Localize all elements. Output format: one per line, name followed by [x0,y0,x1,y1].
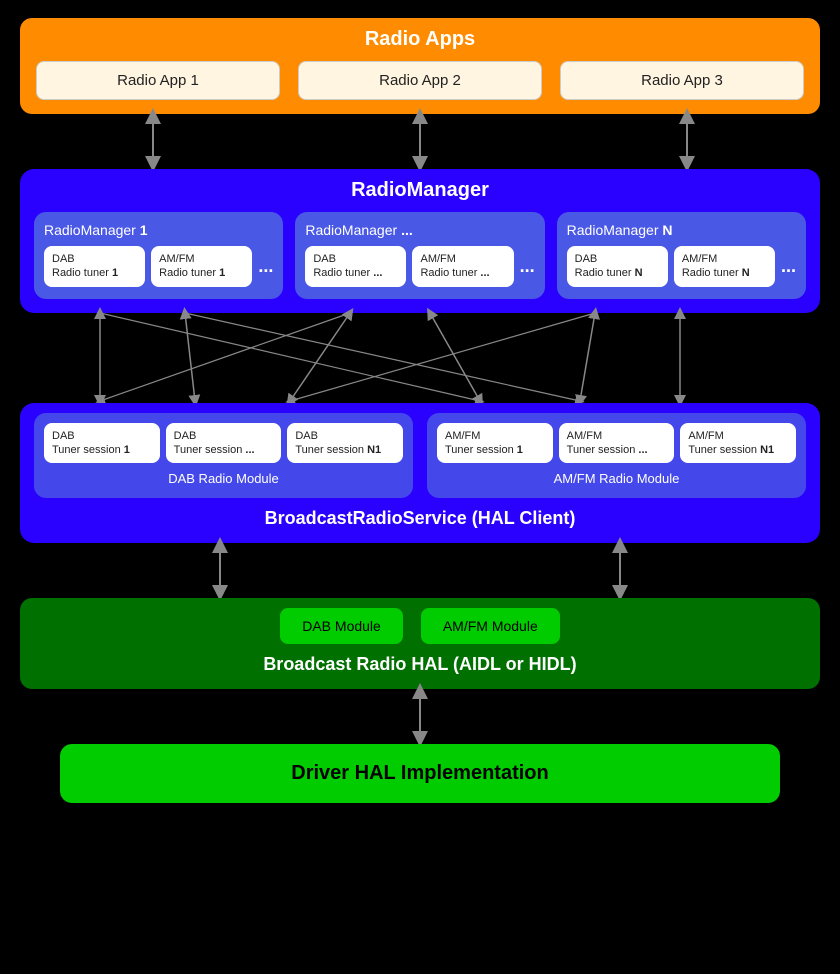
arrows-brs-to-hal [20,543,820,598]
rm-mid-dab-tuner: DABRadio tuner ... [305,246,406,287]
rm-mid-title: RadioManager ... [305,222,534,238]
hal-dab-module: DAB Module [280,608,403,644]
amfm-sessions-row: AM/FMTuner session 1 AM/FMTuner session … [437,423,796,464]
broadcast-radio-hal-section: DAB Module AM/FM Module Broadcast Radio … [20,598,820,689]
radio-app-2: Radio App 2 [298,61,542,100]
rm-1-ellipsis: ... [258,256,273,277]
amfm-radio-module: AM/FMTuner session 1 AM/FMTuner session … [427,413,806,499]
brs-title: BroadcastRadioService (HAL Client) [265,508,576,529]
rm-1-title: RadioManager 1 [44,222,273,238]
radio-apps-section: Radio Apps Radio App 1 Radio App 2 Radio… [20,18,820,114]
amfm-session-n1: AM/FMTuner session N1 [680,423,796,464]
rm-n-amfm-tuner: AM/FMRadio tuner N [674,246,775,287]
radio-apps-row: Radio App 1 Radio App 2 Radio App 3 [36,61,804,100]
amfm-session-1: AM/FMTuner session 1 [437,423,553,464]
rm-box-n: RadioManager N DABRadio tuner N AM/FMRad… [557,212,806,299]
hal-title: Broadcast Radio HAL (AIDL or HIDL) [263,654,576,675]
amfm-module-label: AM/FM Radio Module [437,471,796,486]
dab-radio-module: DABTuner session 1 DABTuner session ... … [34,413,413,499]
dab-session-mid: DABTuner session ... [166,423,282,464]
radio-app-3: Radio App 3 [560,61,804,100]
rm-box-mid: RadioManager ... DABRadio tuner ... AM/F… [295,212,544,299]
radio-manager-section: RadioManager RadioManager 1 DABRadio tun… [20,169,820,313]
arrows-rm-to-brs [20,313,820,403]
rm-mid-tuners: DABRadio tuner ... AM/FMRadio tuner ... … [305,246,534,287]
amfm-session-mid: AM/FMTuner session ... [559,423,675,464]
rm-box-1: RadioManager 1 DABRadio tuner 1 AM/FMRad… [34,212,283,299]
rm-n-dab-tuner: DABRadio tuner N [567,246,668,287]
driver-hal-title: Driver HAL Implementation [76,762,764,785]
hal-modules-row: DAB Module AM/FM Module [280,608,560,644]
rm-mid-ellipsis: ... [520,256,535,277]
rm-n-title: RadioManager N [567,222,796,238]
dab-session-n1: DABTuner session N1 [287,423,403,464]
arrows-hal-to-driver [20,689,820,744]
radio-manager-title: RadioManager [351,179,489,202]
driver-hal-section: Driver HAL Implementation [60,744,780,803]
dab-session-1: DABTuner session 1 [44,423,160,464]
rm-mid-amfm-tuner: AM/FMRadio tuner ... [412,246,513,287]
radio-apps-title: Radio Apps [365,28,475,51]
dab-sessions-row: DABTuner session 1 DABTuner session ... … [44,423,403,464]
radio-app-1: Radio App 1 [36,61,280,100]
brs-modules-row: DABTuner session 1 DABTuner session ... … [34,413,806,499]
arrows-apps-to-rm [20,114,820,169]
rm-n-tuners: DABRadio tuner N AM/FMRadio tuner N ... [567,246,796,287]
radio-manager-row: RadioManager 1 DABRadio tuner 1 AM/FMRad… [34,212,806,299]
rm-1-amfm-tuner: AM/FMRadio tuner 1 [151,246,252,287]
rm-n-ellipsis: ... [781,256,796,277]
rm-1-tuners: DABRadio tuner 1 AM/FMRadio tuner 1 ... [44,246,273,287]
hal-amfm-module: AM/FM Module [421,608,560,644]
brs-section: DABTuner session 1 DABTuner session ... … [20,403,820,544]
dab-module-label: DAB Radio Module [44,471,403,486]
rm-1-dab-tuner: DABRadio tuner 1 [44,246,145,287]
